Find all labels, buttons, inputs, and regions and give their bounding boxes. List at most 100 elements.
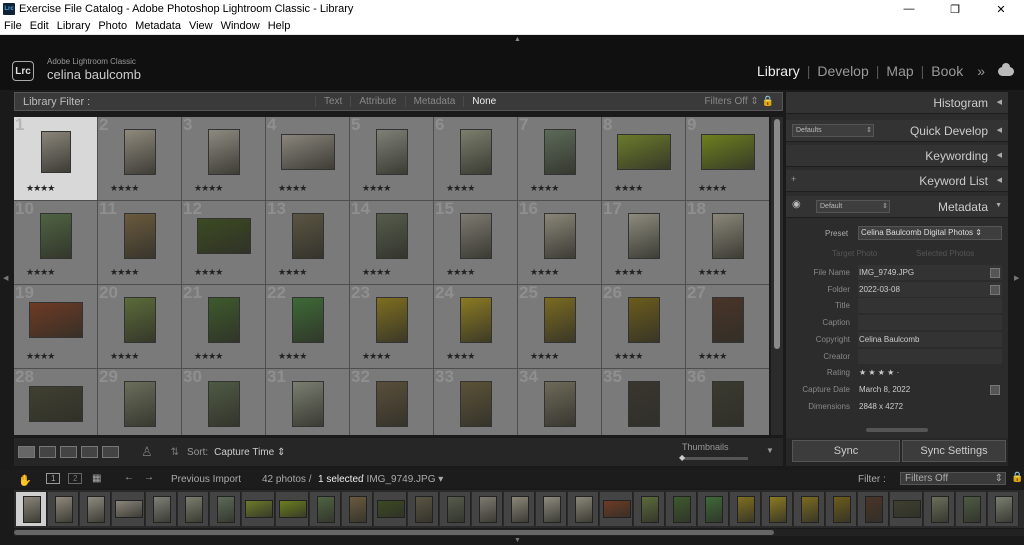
photo-thumbnail[interactable] (617, 134, 671, 170)
metadata-action-button[interactable] (990, 384, 1000, 395)
filmstrip-thumbnail[interactable] (178, 492, 209, 526)
star-rating[interactable]: ★★★★ (614, 267, 643, 278)
grid-cell[interactable]: 29 (98, 367, 182, 435)
star-rating[interactable]: ★★★★ (278, 267, 307, 278)
photo-thumbnail[interactable] (376, 213, 408, 259)
grid-cell[interactable]: 23 ★★★★ (350, 283, 434, 369)
survey-view-icon[interactable] (81, 446, 98, 458)
thumbnails-slider[interactable] (682, 457, 748, 460)
metadata-action-button[interactable] (990, 284, 1000, 295)
secondary-window-button[interactable]: 2 (68, 473, 83, 484)
forward-arrow-icon[interactable]: → (144, 472, 154, 483)
star-rating[interactable]: ★★★★ (530, 183, 559, 194)
filmstrip-thumbnail[interactable] (858, 492, 889, 526)
filmstrip-thumbnail[interactable] (80, 492, 111, 526)
grid-cell[interactable]: 27 ★★★★ (686, 283, 769, 369)
grid-cell[interactable]: 11 ★★★★ (98, 199, 182, 285)
photo-thumbnail[interactable] (41, 131, 71, 173)
star-rating[interactable]: ★★★★ (278, 351, 307, 362)
grid-cell[interactable]: 14 ★★★★ (350, 199, 434, 285)
right-panel-toggle-icon[interactable]: ▶ (1014, 274, 1019, 282)
filmstrip-scrollbar-thumb[interactable] (14, 530, 774, 535)
filmstrip-thumbnail[interactable] (826, 492, 857, 526)
grid-scrollbar[interactable] (771, 117, 783, 435)
photo-thumbnail[interactable] (124, 213, 156, 259)
filmstrip-thumbnail[interactable] (698, 492, 729, 526)
grid-cell[interactable]: 28 (14, 367, 98, 435)
photo-thumbnail[interactable] (712, 213, 744, 259)
filmstrip-thumbnail[interactable] (730, 492, 761, 526)
star-rating[interactable]: ★★★★ (194, 351, 223, 362)
grid-view-icon[interactable] (18, 446, 35, 458)
filter-attribute[interactable]: Attribute (350, 96, 404, 107)
metadata-field-value[interactable]: Celina Baulcomb (858, 331, 1002, 347)
filmstrip-thumbnail[interactable] (112, 492, 145, 526)
grid-cell[interactable]: 18 ★★★★ (686, 199, 769, 285)
grid-cell[interactable]: 31 (266, 367, 350, 435)
star-rating[interactable]: ★★★★ (26, 183, 55, 194)
star-rating[interactable]: ★★★★ (26, 267, 55, 278)
menu-file[interactable]: File (0, 20, 26, 32)
grid-cell[interactable]: 32 (350, 367, 434, 435)
photo-thumbnail[interactable] (712, 297, 744, 343)
metadata-field-value[interactable]: IMG_9749.JPG (858, 265, 1002, 280)
star-rating[interactable]: ★★★★ (446, 183, 475, 194)
preset-select[interactable]: Celina Baulcomb Digital Photos ⇕ (858, 226, 1002, 240)
module-library[interactable]: Library (750, 63, 807, 79)
more-modules-icon[interactable]: » (970, 63, 992, 79)
star-rating[interactable]: ★★★★ (530, 267, 559, 278)
photo-thumbnail[interactable] (281, 134, 335, 170)
grid-cell[interactable]: 7 ★★★★ (518, 117, 602, 201)
photo-thumbnail[interactable] (124, 297, 156, 343)
filter-lock-icon[interactable]: 🔒 (1011, 472, 1023, 483)
grid-cell[interactable]: 35 (602, 367, 686, 435)
filmstrip-thumbnail[interactable] (440, 492, 471, 526)
filmstrip-thumbnail[interactable] (762, 492, 793, 526)
back-arrow-icon[interactable]: ← (124, 472, 134, 483)
photo-thumbnail[interactable] (712, 381, 744, 427)
filmstrip-thumbnail[interactable] (342, 492, 373, 526)
photo-thumbnail[interactable] (460, 213, 492, 259)
quick-develop-header[interactable]: Defaults Quick Develop ◀ (786, 120, 1008, 142)
filter-text[interactable]: Text (315, 96, 350, 107)
grid-cell[interactable]: 36 (686, 367, 769, 435)
filmstrip-thumbnail[interactable] (374, 492, 407, 526)
photo-thumbnail[interactable] (197, 218, 251, 254)
photo-thumbnail[interactable] (628, 381, 660, 427)
photo-thumbnail[interactable] (544, 297, 576, 343)
photo-thumbnail[interactable] (544, 129, 576, 175)
maximize-button[interactable]: ❐ (932, 0, 978, 18)
metadata-header[interactable]: ◉ Default Metadata ▼ (786, 196, 1008, 218)
grid-cell[interactable]: 15 ★★★★ (434, 199, 518, 285)
photo-thumbnail[interactable] (29, 302, 83, 338)
photo-thumbnail[interactable] (376, 129, 408, 175)
grid-cell[interactable]: 3 ★★★★ (182, 117, 266, 201)
quick-develop-preset-select[interactable]: Defaults (792, 124, 874, 137)
photo-thumbnail[interactable] (292, 381, 324, 427)
star-rating[interactable]: ★★★★ (26, 351, 55, 362)
filmstrip-filter-select[interactable]: Filters Off ⇕ (900, 472, 1006, 485)
grid-cell[interactable]: 1 ★★★★ (14, 117, 98, 201)
sync-button[interactable]: Sync (792, 440, 900, 462)
star-rating[interactable]: ★★★★ (446, 351, 475, 362)
filmstrip-thumbnail[interactable] (310, 492, 341, 526)
metadata-field-value[interactable] (858, 298, 1002, 314)
filmstrip-thumbnail[interactable] (568, 492, 599, 526)
grid-cell[interactable]: 5 ★★★★ (350, 117, 434, 201)
filmstrip-thumbnail[interactable] (794, 492, 825, 526)
menu-help[interactable]: Help (264, 20, 295, 32)
filmstrip-thumbnail[interactable] (276, 492, 309, 526)
star-rating[interactable]: ★★★★ (278, 183, 307, 194)
star-rating[interactable]: ★★★★ (362, 351, 391, 362)
filmstrip-thumbnail[interactable] (472, 492, 503, 526)
grid-cell[interactable]: 19 ★★★★ (14, 283, 98, 369)
metadata-action-button[interactable] (990, 268, 1000, 278)
filmstrip-thumbnail[interactable] (504, 492, 535, 526)
metadata-field-value[interactable]: March 8, 2022 (858, 382, 1002, 397)
selected-photos-tab[interactable]: Selected Photos (916, 249, 974, 258)
menu-window[interactable]: Window (217, 20, 264, 32)
menu-library[interactable]: Library (53, 20, 95, 32)
filter-none[interactable]: None (463, 96, 504, 107)
sort-direction-icon[interactable]: ⇅ (171, 447, 179, 458)
star-rating[interactable]: ★★★★ (110, 351, 139, 362)
